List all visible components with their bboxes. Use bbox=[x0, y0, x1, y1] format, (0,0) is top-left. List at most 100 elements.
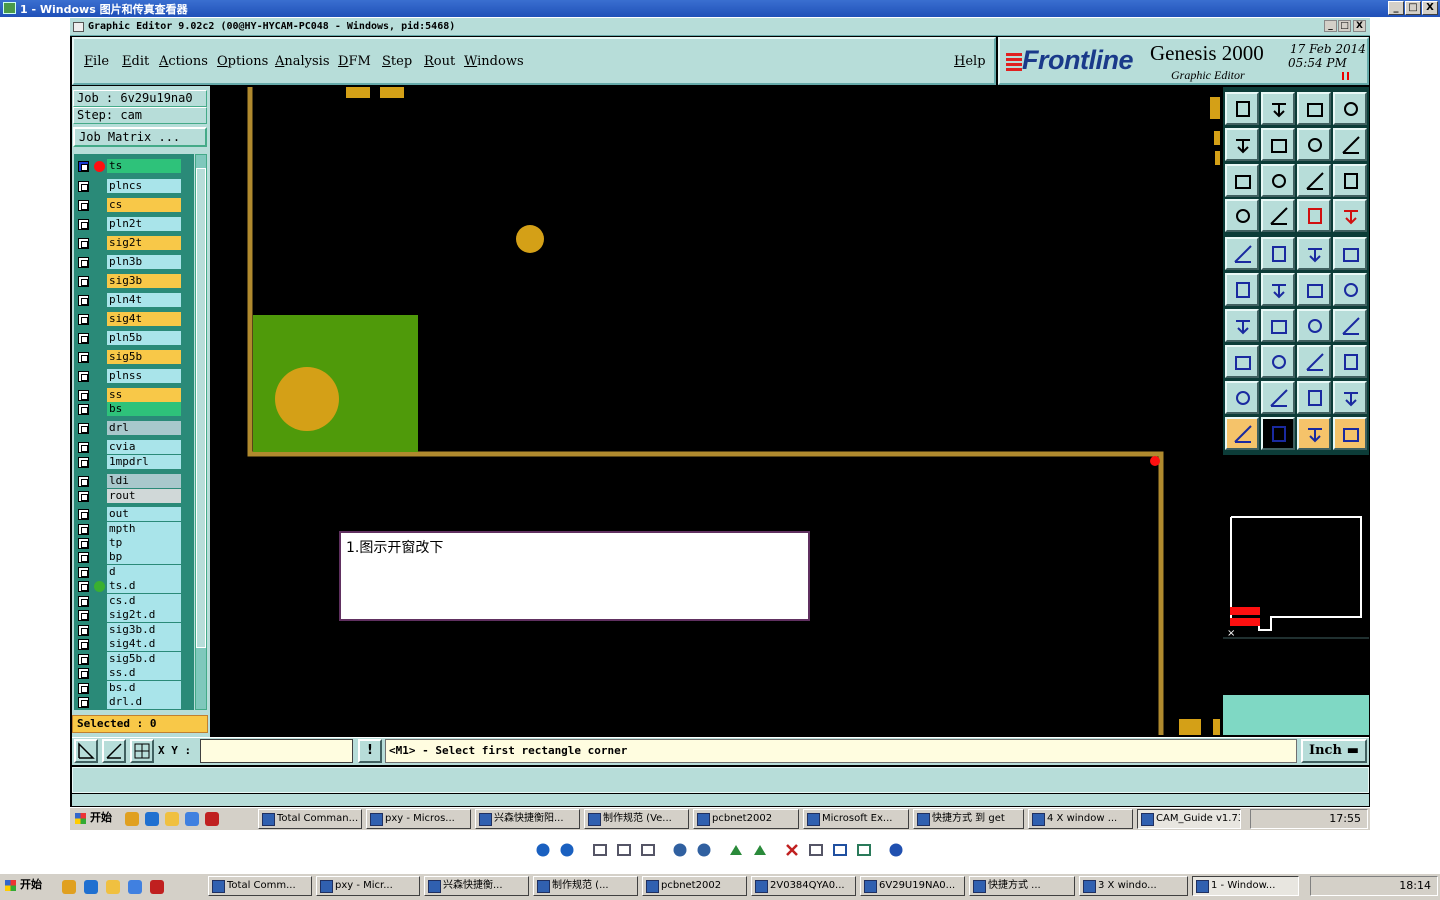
viewer-close-button[interactable]: X bbox=[1422, 1, 1438, 15]
layer-checkbox[interactable] bbox=[78, 238, 89, 249]
layer-name[interactable]: ts bbox=[107, 159, 181, 173]
layer-name[interactable]: pln4t bbox=[107, 293, 181, 307]
layer-checkbox[interactable] bbox=[78, 476, 89, 487]
layer-row-drl-d[interactable]: drl.d bbox=[74, 695, 194, 709]
quicklaunch-icon[interactable] bbox=[128, 880, 142, 894]
layer-checkbox[interactable] bbox=[78, 552, 89, 563]
layer-name[interactable]: pln3b bbox=[107, 255, 181, 269]
xy-input[interactable] bbox=[200, 739, 353, 763]
inner-quicklaunch-icon[interactable] bbox=[205, 812, 219, 826]
layer-checkbox[interactable] bbox=[78, 423, 89, 434]
inner-quicklaunch-icon[interactable] bbox=[145, 812, 159, 826]
measure-angle-icon[interactable] bbox=[102, 739, 126, 763]
grid-icon[interactable] bbox=[130, 739, 154, 763]
menu-edit[interactable]: Edit bbox=[122, 54, 149, 69]
layer-row-pln2t[interactable]: pln2t bbox=[74, 217, 194, 231]
layer-checkbox[interactable] bbox=[78, 333, 89, 344]
layer-row-cvia[interactable]: cvia bbox=[74, 440, 194, 454]
start-button[interactable]: 开始 bbox=[2, 876, 50, 896]
display-settings-icon[interactable] bbox=[1225, 199, 1259, 232]
layer-checkbox[interactable] bbox=[78, 219, 89, 230]
help-icon[interactable] bbox=[888, 842, 904, 858]
triangle-icon[interactable] bbox=[1225, 381, 1259, 414]
layer-checkbox[interactable] bbox=[78, 371, 89, 382]
layer-name[interactable]: sig5b bbox=[107, 350, 181, 364]
print-icon[interactable] bbox=[808, 842, 824, 858]
inner-quicklaunch-icon[interactable] bbox=[125, 812, 139, 826]
inner-task-button[interactable]: 4 X window ... bbox=[1028, 809, 1133, 829]
task-button[interactable]: 3 X windo... bbox=[1079, 876, 1188, 896]
layer-checkbox[interactable] bbox=[78, 257, 89, 268]
job-matrix-button[interactable]: Job Matrix ... bbox=[73, 127, 207, 147]
layer-checkbox[interactable] bbox=[78, 683, 89, 694]
layer-row-ldi[interactable]: ldi bbox=[74, 474, 194, 488]
quicklaunch-icon[interactable] bbox=[106, 880, 120, 894]
layer-name[interactable]: pln2t bbox=[107, 217, 181, 231]
layer-checkbox[interactable] bbox=[78, 404, 89, 415]
layer-row-ss[interactable]: ss bbox=[74, 388, 194, 402]
quicklaunch-icon[interactable] bbox=[150, 880, 164, 894]
grid-toggle-icon[interactable] bbox=[1261, 199, 1295, 232]
editor-maximize-button[interactable]: □ bbox=[1338, 20, 1351, 32]
layer-name[interactable]: tp bbox=[107, 536, 181, 550]
menu-options[interactable]: Options bbox=[217, 54, 268, 69]
layer-name[interactable]: cvia bbox=[107, 440, 181, 454]
layout-icon[interactable] bbox=[1333, 92, 1367, 125]
layer-row-rout[interactable]: rout bbox=[74, 489, 194, 503]
layer-name[interactable]: ss.d bbox=[107, 666, 181, 680]
layer-checkbox[interactable] bbox=[78, 295, 89, 306]
inner-task-button[interactable]: pcbnet2002 bbox=[693, 809, 799, 829]
layer-name[interactable]: sig5b.d bbox=[107, 652, 181, 666]
menu-analysis[interactable]: Analysis bbox=[275, 54, 330, 69]
layer-checkbox[interactable] bbox=[78, 538, 89, 549]
unit-selector[interactable]: Inch ▬ bbox=[1301, 739, 1367, 763]
resize-icon[interactable] bbox=[1225, 345, 1259, 378]
select-clock-icon[interactable] bbox=[1297, 417, 1331, 450]
quicklaunch-icon[interactable] bbox=[62, 880, 76, 894]
task-button[interactable]: 6V29U19NA0... bbox=[860, 876, 965, 896]
layer-checkbox[interactable] bbox=[78, 276, 89, 287]
line-icon[interactable] bbox=[1261, 309, 1295, 342]
layer-row-bs[interactable]: bs bbox=[74, 402, 194, 416]
layer-row-cs-d[interactable]: cs.d bbox=[74, 594, 194, 608]
layer-checkbox[interactable] bbox=[78, 181, 89, 192]
layer-row-sig4t[interactable]: sig4t bbox=[74, 312, 194, 326]
triangle-a-icon[interactable] bbox=[1297, 381, 1331, 414]
add-pad-icon[interactable] bbox=[1225, 237, 1259, 270]
features-red-icon[interactable] bbox=[1297, 199, 1331, 232]
overview-map[interactable]: × bbox=[1223, 455, 1369, 693]
layer-checkbox[interactable] bbox=[78, 581, 89, 592]
layer-name[interactable]: sig4t bbox=[107, 312, 181, 326]
move-pad-icon[interactable] bbox=[1297, 273, 1331, 306]
inner-quicklaunch-icon[interactable] bbox=[185, 812, 199, 826]
snake-icon[interactable] bbox=[1333, 128, 1367, 161]
rotate-clockwise-icon[interactable] bbox=[728, 842, 744, 858]
layer-checkbox[interactable] bbox=[78, 491, 89, 502]
scale-1-2-icon[interactable] bbox=[1297, 164, 1331, 197]
layer-row-sig3b[interactable]: sig3b bbox=[74, 274, 194, 288]
layer-row-sig5b-d[interactable]: sig5b.d bbox=[74, 652, 194, 666]
prompt-info-button[interactable]: ! bbox=[358, 739, 382, 763]
layer-row-bs-d[interactable]: bs.d bbox=[74, 681, 194, 695]
inner-task-button[interactable]: 兴森快捷衡阳... bbox=[475, 809, 580, 829]
layer-name[interactable]: drl.d bbox=[107, 695, 181, 709]
save-icon[interactable] bbox=[1261, 92, 1295, 125]
layer-name[interactable]: bp bbox=[107, 550, 181, 564]
inner-quicklaunch-icon[interactable] bbox=[165, 812, 179, 826]
layer-name[interactable]: pln5b bbox=[107, 331, 181, 345]
layer-row-sig3b-d[interactable]: sig3b.d bbox=[74, 623, 194, 637]
home-icon[interactable] bbox=[1297, 92, 1331, 125]
layer-row-sig4t-d[interactable]: sig4t.d bbox=[74, 637, 194, 651]
zoom-fit-icon[interactable] bbox=[1225, 164, 1259, 197]
triangle-b-icon[interactable] bbox=[1333, 381, 1367, 414]
task-button[interactable]: 制作规范 (... bbox=[533, 876, 638, 896]
layer-name[interactable]: bs bbox=[107, 402, 181, 416]
inner-task-button[interactable]: CAM_Guide v1.73 bbox=[1137, 809, 1241, 829]
task-button[interactable]: 1 - Window... bbox=[1192, 876, 1299, 896]
layer-name[interactable]: sig2t.d bbox=[107, 608, 181, 622]
task-button[interactable]: 快捷方式 ... bbox=[969, 876, 1075, 896]
layer-name[interactable]: cs bbox=[107, 198, 181, 212]
quicklaunch-icon[interactable] bbox=[84, 880, 98, 894]
layer-name[interactable]: cs.d bbox=[107, 594, 181, 608]
open-job-icon[interactable] bbox=[1225, 92, 1259, 125]
